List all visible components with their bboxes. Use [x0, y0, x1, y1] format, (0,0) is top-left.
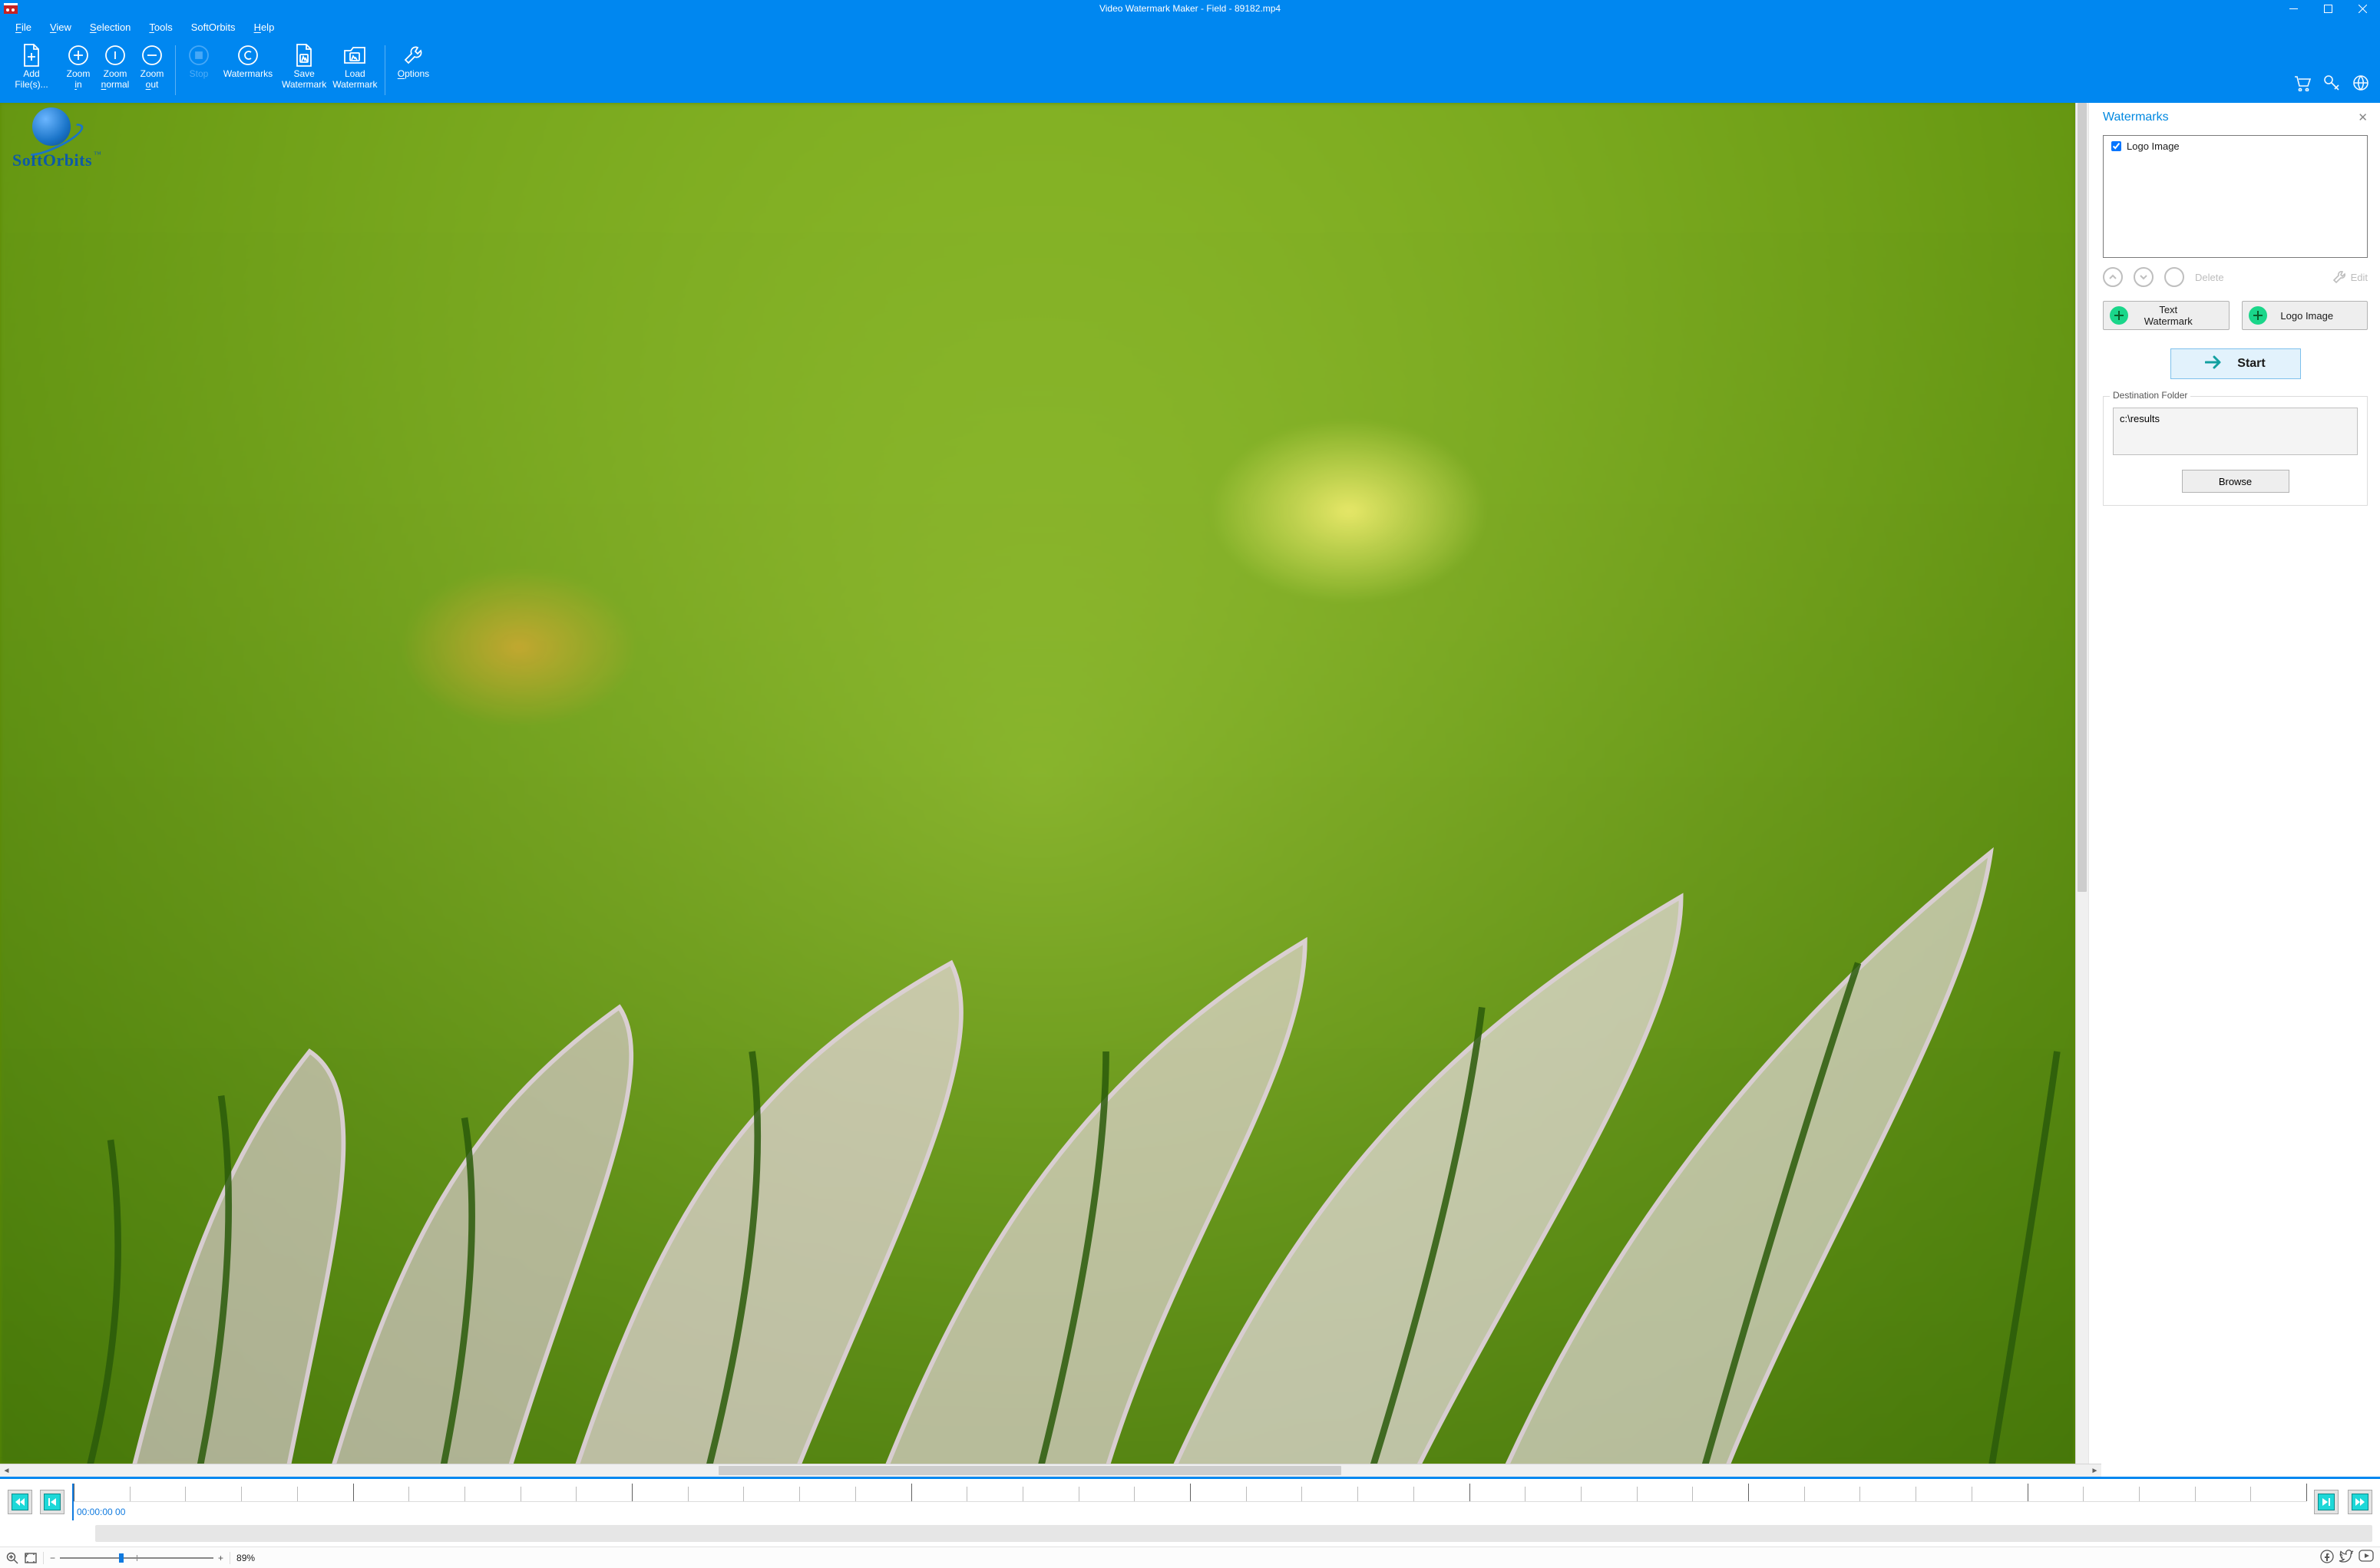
stop-icon: [188, 42, 210, 68]
zoom-minus-icon[interactable]: −: [50, 1553, 55, 1563]
key-icon[interactable]: [2323, 74, 2340, 94]
edit-button[interactable]: Edit: [2332, 270, 2368, 284]
zoom-in-icon: [68, 42, 89, 68]
youtube-link-icon[interactable]: [2359, 1550, 2374, 1566]
copyright-icon: [237, 42, 259, 68]
start-button[interactable]: Start: [2170, 348, 2301, 379]
menu-file[interactable]: File: [6, 18, 41, 36]
delete-button[interactable]: Delete: [2195, 272, 2224, 283]
scroll-right-arrow-icon[interactable]: ►: [2088, 1464, 2101, 1477]
menu-selection[interactable]: Selection: [81, 18, 140, 36]
zoom-in-button[interactable]: Zoomin: [60, 41, 97, 92]
panel-title: Watermarks: [2103, 111, 2169, 124]
move-up-button[interactable]: [2103, 267, 2123, 287]
preview-area: SoftOrbits ™ ◄ ►: [0, 103, 2088, 1477]
window-title: Video Watermark Maker - Field - 89182.mp…: [0, 3, 2380, 14]
scroll-left-arrow-icon[interactable]: ◄: [0, 1464, 13, 1477]
zoom-normal-icon: [104, 42, 126, 68]
skip-to-start-button[interactable]: [8, 1490, 32, 1514]
preview-canvas[interactable]: SoftOrbits ™: [0, 103, 2075, 1464]
options-button[interactable]: Options: [390, 41, 436, 81]
toolbar: Add File(s)... Zoomin Zoomnormal Zoomout…: [0, 38, 2380, 103]
destination-folder-group: Destination Folder c:\results Browse: [2103, 396, 2368, 506]
add-text-watermark-button[interactable]: Text Watermark: [2103, 301, 2230, 330]
move-down-button[interactable]: [2134, 267, 2154, 287]
add-files-button[interactable]: Add File(s)...: [3, 41, 60, 92]
menu-tools[interactable]: Tools: [140, 18, 181, 36]
save-watermark-icon: [294, 42, 314, 68]
panel-close-icon[interactable]: ✕: [2358, 111, 2368, 124]
overlay-watermark-logo[interactable]: SoftOrbits ™: [12, 107, 101, 170]
start-arrow-icon: [2205, 355, 2225, 373]
menu-help[interactable]: Help: [245, 18, 284, 36]
destination-legend: Destination Folder: [2110, 390, 2190, 401]
add-file-icon: [21, 42, 41, 68]
save-watermark-button[interactable]: SaveWatermark: [279, 41, 329, 92]
watermarks-button[interactable]: Watermarks: [217, 41, 279, 81]
close-window-button[interactable]: [2345, 0, 2380, 17]
zoom-out-icon: [141, 42, 163, 68]
globe-icon[interactable]: [2352, 74, 2369, 94]
twitter-link-icon[interactable]: [2339, 1550, 2354, 1566]
app-icon: [0, 3, 21, 14]
horizontal-scrollbar[interactable]: ◄ ►: [0, 1464, 2101, 1477]
step-forward-button[interactable]: [2314, 1490, 2339, 1514]
watermark-item-label: Logo Image: [2127, 140, 2180, 152]
title-bar: Video Watermark Maker - Field - 89182.mp…: [0, 0, 2380, 17]
browse-button[interactable]: Browse: [2182, 470, 2289, 493]
menu-view[interactable]: View: [41, 18, 81, 36]
planet-icon: [32, 107, 71, 146]
maximize-button[interactable]: [2311, 0, 2345, 17]
load-watermark-button[interactable]: LoadWatermark: [329, 41, 380, 92]
menu-bar: File View Selection Tools SoftOrbits Hel…: [0, 17, 2380, 38]
zoom-normal-button[interactable]: Zoomnormal: [97, 41, 134, 92]
status-bar: − + 89%: [0, 1547, 2380, 1568]
watermarks-panel: Watermarks ✕ Logo Image Delete Edit: [2088, 103, 2380, 1477]
horizontal-scrollbar-thumb[interactable]: [719, 1466, 1341, 1475]
zoom-out-button[interactable]: Zoomout: [134, 41, 170, 92]
plus-icon: [2249, 306, 2267, 325]
skip-to-end-button[interactable]: [2348, 1490, 2372, 1514]
facebook-link-icon[interactable]: [2320, 1550, 2334, 1566]
destination-folder-field[interactable]: c:\results: [2113, 408, 2358, 455]
zoom-slider[interactable]: − +: [50, 1553, 223, 1563]
watermark-item[interactable]: Logo Image: [2108, 139, 2362, 153]
menu-softorbits[interactable]: SoftOrbits: [182, 18, 245, 36]
clip-strip[interactable]: [95, 1525, 2372, 1542]
wrench-icon: [402, 42, 424, 68]
overlay-tm: ™: [94, 150, 101, 159]
load-watermark-icon: [343, 42, 366, 68]
vertical-scrollbar-thumb[interactable]: [2078, 103, 2087, 892]
watermarks-list[interactable]: Logo Image: [2103, 135, 2368, 258]
step-back-button[interactable]: [40, 1490, 64, 1514]
fit-screen-icon[interactable]: [25, 1553, 37, 1563]
timeline: 00:00:00 00: [0, 1477, 2380, 1547]
stop-button: Stop: [180, 41, 217, 81]
timeline-ruler[interactable]: 00:00:00 00: [72, 1484, 2306, 1520]
vertical-scrollbar[interactable]: [2075, 103, 2088, 1464]
zoom-tool-icon[interactable]: [6, 1552, 18, 1564]
cart-icon[interactable]: [2294, 76, 2311, 94]
timecode-label: 00:00:00 00: [74, 1507, 2306, 1517]
watermark-item-checkbox[interactable]: [2111, 141, 2121, 151]
zoom-plus-icon[interactable]: +: [218, 1553, 223, 1563]
zoom-percent-label: 89%: [236, 1553, 255, 1563]
minimize-button[interactable]: [2276, 0, 2311, 17]
plus-icon: [2110, 306, 2128, 325]
neutral-circle-button[interactable]: [2164, 267, 2184, 287]
add-logo-watermark-button[interactable]: Logo Image: [2242, 301, 2368, 330]
